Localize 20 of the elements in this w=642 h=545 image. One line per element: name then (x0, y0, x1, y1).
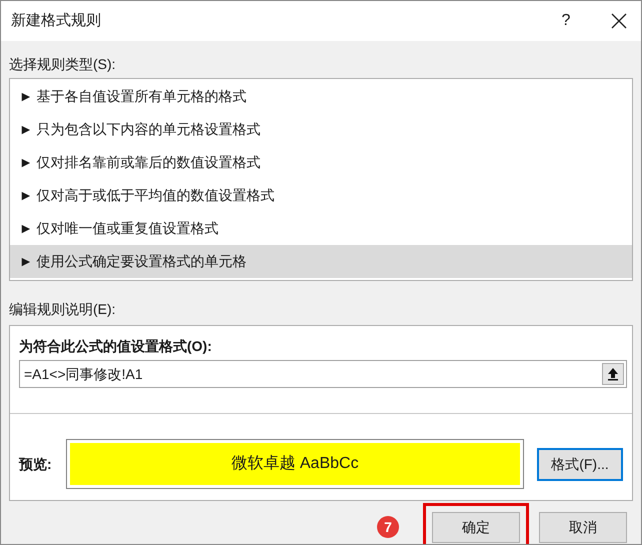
upload-icon[interactable] (602, 363, 624, 385)
format-button[interactable]: 格式(F)... (537, 448, 623, 480)
step-badge: 7 (377, 516, 399, 538)
rule-type-item[interactable]: ► 使用公式确定要设置格式的单元格 (10, 245, 632, 278)
preview-label: 预览: (19, 454, 53, 474)
dialog-button[interactable]: 取消 (539, 512, 627, 542)
section-label: 选择规则类型(S): (9, 55, 117, 74)
rule-type-item[interactable]: ► 只为包含以下内容的单元格设置格式 (10, 113, 632, 146)
rule-type-item[interactable]: ► 基于各自值设置所有单元格的格式 (10, 80, 632, 113)
formula-label: 为符合此公式的值设置格式(O): (19, 337, 213, 356)
rule-type-item[interactable]: ► 仅对高于或低于平均值的数值设置格式 (10, 179, 632, 212)
rule-type-item[interactable]: ► 仅对排名靠前或靠后的数值设置格式 (10, 146, 632, 179)
dialog-button[interactable]: 确定 (432, 512, 520, 542)
section-label: 编辑规则说明(E): (9, 300, 117, 319)
close-icon[interactable] (611, 13, 627, 29)
preview-text: 微软卓越 AaBbCc (231, 454, 359, 474)
help-button[interactable]: ? (551, 9, 581, 33)
rule-type-item[interactable]: ► 仅对唯一值或重复值设置格式 (10, 212, 632, 245)
formula-field[interactable]: =A1<>同事修改!A1 (19, 360, 627, 388)
window-title: 新建格式规则 (11, 10, 101, 31)
